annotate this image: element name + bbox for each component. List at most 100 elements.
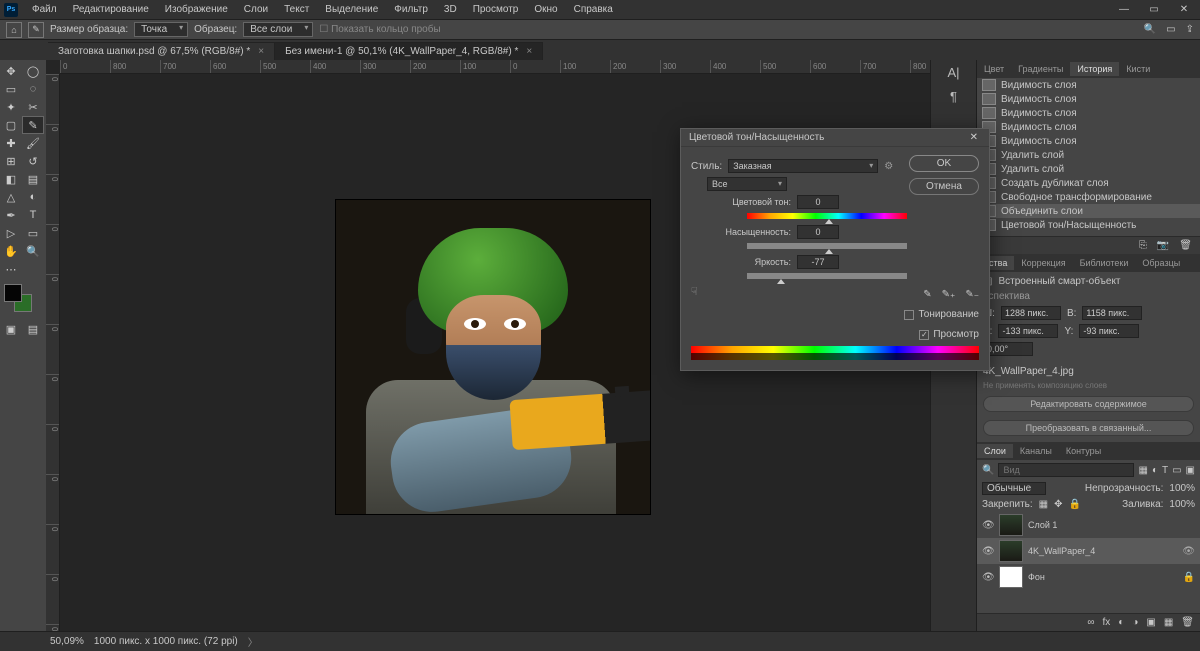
adjustment-icon[interactable]: ◑ (1132, 617, 1138, 628)
colorize-checkbox[interactable]: Тонирование (904, 309, 979, 320)
mask-icon[interactable]: ◐ (1118, 617, 1124, 628)
tab-history[interactable]: История (1070, 62, 1119, 76)
lock-pixels-icon[interactable]: ▦ (1039, 499, 1048, 510)
move-tool[interactable]: ✥ (0, 62, 22, 80)
tab-doc-2[interactable]: Без имени-1 @ 50,1% (4K_WallPaper_4, RGB… (275, 42, 543, 60)
crop-tool[interactable]: ✂ (22, 98, 44, 116)
filter-smart-icon[interactable]: ▣ (1186, 465, 1195, 476)
history-item[interactable]: Видимость слоя (977, 106, 1200, 120)
show-ring-check[interactable]: ☐ Показать кольцо пробы (319, 24, 440, 35)
zoom-tool[interactable]: 🔍 (22, 242, 44, 260)
y-input[interactable] (1079, 324, 1139, 338)
sample-size-select[interactable]: Точка (134, 22, 188, 37)
brush-tool[interactable]: 🖌 (22, 134, 44, 152)
convert-linked-button[interactable]: Преобразовать в связанный... (983, 420, 1194, 436)
stamp-tool[interactable]: ⊞ (0, 152, 22, 170)
tab-gradients[interactable]: Градиенты (1011, 62, 1070, 76)
tab-paths[interactable]: Контуры (1059, 444, 1108, 458)
fill-value[interactable]: 100% (1169, 499, 1195, 510)
menu-select[interactable]: Выделение (317, 2, 386, 17)
quickmask-toggle[interactable]: ▣ (0, 320, 22, 338)
tab-brushes[interactable]: Кисти (1119, 62, 1157, 76)
window-maximize[interactable]: ▭ (1148, 4, 1160, 15)
close-icon[interactable]: × (526, 46, 532, 57)
gradient-tool[interactable]: ▤ (22, 170, 44, 188)
history-item[interactable]: Свободное трансформирование (977, 190, 1200, 204)
search-icon[interactable]: 🔍 (982, 465, 994, 476)
window-minimize[interactable]: — (1118, 4, 1130, 15)
window-close[interactable]: ✕ (1178, 4, 1190, 15)
fx-icon[interactable]: fx (1103, 617, 1111, 628)
hand-icon[interactable]: ☟ (691, 285, 698, 298)
eyedropper-tool[interactable]: ✎ (22, 116, 44, 134)
opacity-value[interactable]: 100% (1169, 483, 1195, 494)
angle-input[interactable] (983, 342, 1033, 356)
history-panel[interactable]: Видимость слояВидимость слояВидимость сл… (977, 78, 1200, 236)
sample-select[interactable]: Все слои (243, 22, 313, 37)
layer-row[interactable]: 👁Слой 1 (977, 512, 1200, 538)
workspace-icon[interactable]: ▭ (1166, 24, 1175, 35)
tab-doc-1[interactable]: Заготовка шапки.psd @ 67,5% (RGB/8#) *× (48, 42, 275, 60)
lasso-tool[interactable]: ◌ (22, 80, 44, 98)
history-item[interactable]: Видимость слоя (977, 120, 1200, 134)
artboard-tool[interactable]: ◯ (22, 62, 44, 80)
trash-icon[interactable]: 🗑 (1181, 617, 1194, 628)
history-item[interactable]: Удалить слой (977, 148, 1200, 162)
close-icon[interactable]: × (258, 46, 264, 57)
history-brush-tool[interactable]: ↺ (22, 152, 44, 170)
history-item[interactable]: Видимость слоя (977, 134, 1200, 148)
height-input[interactable] (1082, 306, 1142, 320)
shape-tool[interactable]: ▭ (22, 224, 44, 242)
camera-icon[interactable]: ⎘ (1139, 240, 1147, 251)
preview-checkbox[interactable]: ✓Просмотр (919, 329, 979, 340)
x-input[interactable] (998, 324, 1058, 338)
filter-pixel-icon[interactable]: ▦ (1138, 465, 1147, 476)
tab-swatches[interactable]: Образцы (1135, 256, 1187, 270)
doc-info[interactable]: 1000 пикс. x 1000 пикс. (72 ppi) (94, 636, 238, 647)
history-item[interactable]: Видимость слоя (977, 78, 1200, 92)
eyedropper-minus-icon[interactable]: ✎₋ (965, 289, 979, 300)
lock-position-icon[interactable]: ✥ (1054, 499, 1062, 510)
pen-tool[interactable]: ✒ (0, 206, 22, 224)
visibility-toggle[interactable]: 👁 (982, 520, 994, 531)
menu-window[interactable]: Окно (526, 2, 565, 17)
paragraph-panel-icon[interactable]: ¶ (931, 84, 976, 108)
tab-adjust[interactable]: Коррекция (1014, 256, 1072, 270)
eraser-tool[interactable]: ◧ (0, 170, 22, 188)
share-icon[interactable]: ⇪ (1186, 24, 1194, 35)
more-tools[interactable]: ⋯ (0, 260, 22, 278)
search-icon[interactable]: 🔍 (1144, 24, 1156, 35)
blend-mode-select[interactable]: Обычные (982, 482, 1046, 495)
tab-color[interactable]: Цвет (977, 62, 1011, 76)
history-item[interactable]: Цветовой тон/Насыщенность (977, 218, 1200, 232)
saturation-slider[interactable] (747, 243, 907, 249)
menu-3d[interactable]: 3D (436, 2, 465, 17)
layer-search-input[interactable] (998, 463, 1134, 477)
path-tool[interactable]: ▷ (0, 224, 22, 242)
wand-tool[interactable]: ✦ (0, 98, 22, 116)
filter-adjust-icon[interactable]: ◐ (1152, 465, 1158, 476)
visibility-toggle[interactable]: 👁 (982, 546, 994, 557)
edit-contents-button[interactable]: Редактировать содержимое (983, 396, 1194, 412)
ok-button[interactable]: OK (909, 155, 979, 172)
zoom-level[interactable]: 50,09% (50, 636, 84, 647)
menu-edit[interactable]: Редактирование (65, 2, 157, 17)
history-item[interactable]: Создать дубликат слоя (977, 176, 1200, 190)
color-swatches[interactable] (4, 284, 34, 314)
character-panel-icon[interactable]: A| (931, 60, 976, 84)
menu-file[interactable]: Файл (24, 2, 65, 17)
channel-select[interactable]: Все (707, 177, 787, 191)
new-layer-icon[interactable]: ▦ (1164, 617, 1173, 628)
new-snapshot-icon[interactable]: 📷 (1157, 240, 1169, 251)
home-icon[interactable]: ⌂ (6, 22, 22, 38)
lock-all-icon[interactable]: 🔒 (1069, 499, 1081, 510)
lightness-input[interactable]: -77 (797, 255, 839, 269)
gear-icon[interactable]: ⚙ (884, 161, 893, 172)
width-input[interactable] (1001, 306, 1061, 320)
menu-view[interactable]: Просмотр (465, 2, 527, 17)
menu-image[interactable]: Изображение (157, 2, 236, 17)
screenmode-toggle[interactable]: ▤ (22, 320, 44, 338)
document-canvas[interactable] (336, 200, 650, 514)
heal-tool[interactable]: ✚ (0, 134, 22, 152)
dialog-close-button[interactable]: ✕ (967, 132, 981, 143)
